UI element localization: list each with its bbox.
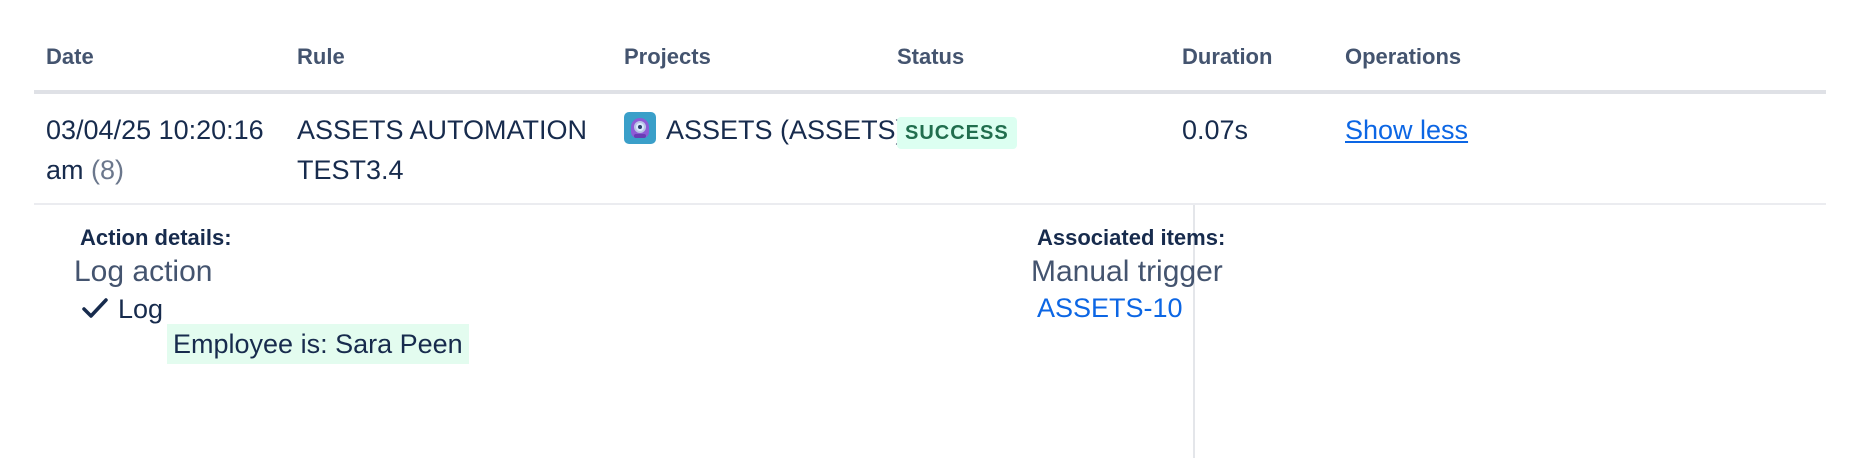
operations-cell: Show less (1345, 110, 1468, 150)
projects-cell: ASSETS (ASSETS) (624, 110, 905, 150)
status-badge: SUCCESS (897, 117, 1017, 149)
header-duration[interactable]: Duration (1182, 44, 1272, 70)
associated-item-link[interactable]: ASSETS-10 (1037, 293, 1183, 324)
expanded-details-panel: Action details: Log action Log Employee … (34, 205, 1826, 458)
header-operations: Operations (1345, 44, 1462, 69)
project-name: ASSETS (ASSETS) (666, 115, 905, 145)
log-entry: Log (80, 293, 163, 325)
duration-cell: 0.07s (1182, 115, 1249, 145)
action-name: Log action (74, 255, 213, 288)
date-ampm: am (46, 155, 84, 185)
header-projects[interactable]: Projects (624, 44, 711, 70)
show-less-link[interactable]: Show less (1345, 115, 1468, 145)
check-icon (82, 298, 108, 318)
header-rule[interactable]: Rule (297, 44, 345, 70)
date-suffix: am (8) (46, 150, 264, 190)
audit-log-table: Date Rule Projects Status Duration Opera… (34, 0, 1826, 205)
log-label: Log (118, 294, 164, 324)
log-message: Employee is: Sara Peen (167, 324, 469, 364)
rule-cell: ASSETS AUTOMATION TEST3.4 (297, 110, 587, 190)
table-row: 03/04/25 10:20:16 am (8) ASSETS AUTOMATI… (34, 94, 1826, 205)
rule-name-line2: TEST3.4 (297, 155, 404, 185)
action-details-title: Action details: (80, 225, 232, 250)
header-date[interactable]: Date (46, 44, 94, 70)
table-header: Date Rule Projects Status Duration Opera… (34, 0, 1826, 94)
associated-items-title: Associated items: (1037, 225, 1226, 250)
project-avatar-icon (624, 112, 656, 144)
execution-count: (8) (91, 155, 125, 185)
date-time: 03/04/25 10:20:16 (46, 115, 264, 145)
rule-name-line1: ASSETS AUTOMATION (297, 115, 588, 145)
status-cell: SUCCESS (897, 110, 1017, 150)
associated-trigger: Manual trigger (1031, 255, 1223, 288)
date-cell: 03/04/25 10:20:16 am (8) (46, 110, 264, 190)
header-status[interactable]: Status (897, 44, 964, 70)
